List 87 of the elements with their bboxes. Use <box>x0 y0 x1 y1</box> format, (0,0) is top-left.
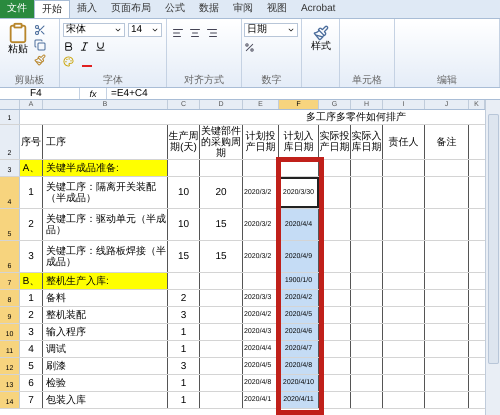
table-cell: 关键工序：隔离开关装配（半成品） <box>43 177 168 208</box>
table-cell: 6 <box>20 375 43 391</box>
table-cell: 1 <box>20 290 43 306</box>
table-cell: 1 <box>20 177 43 208</box>
caret-icon[interactable] <box>114 26 122 34</box>
group-label: 数字 <box>260 75 282 87</box>
style-icon <box>313 25 329 41</box>
table-cell: 实际投产日期 <box>319 125 351 159</box>
table-cell: 20 <box>200 177 243 208</box>
ribbon-tab[interactable]: 插入 <box>70 0 104 18</box>
table-cell: 7 <box>20 392 43 408</box>
clipboard-icon <box>7 22 29 44</box>
caret-icon[interactable] <box>151 26 159 34</box>
table-cell: 关键半成品准备: <box>43 160 168 176</box>
ribbon-tab[interactable]: 数据 <box>192 0 226 18</box>
table-cell: 2 <box>20 307 43 323</box>
table-cell: 5 <box>20 358 43 374</box>
table-cell: 10 <box>168 177 200 208</box>
formula-field[interactable]: =E4+C4 <box>106 88 500 99</box>
table-cell: 计划入库日期 <box>279 125 319 159</box>
table-cell: 3 <box>20 241 43 272</box>
group-label: 单元格 <box>351 75 383 87</box>
ribbon-tab[interactable]: 文件 <box>0 0 34 18</box>
table-cell: 整机生产入库: <box>43 273 168 289</box>
group-label: 编辑 <box>436 75 458 87</box>
table-cell: 调试 <box>43 341 168 357</box>
table-cell: 整机装配 <box>43 307 168 323</box>
styles-button[interactable]: 样式 <box>311 25 331 75</box>
align-left-icon[interactable] <box>172 27 184 39</box>
table-cell: 15 <box>200 209 243 240</box>
table-cell: 关键工序：线路板焊接（半成品） <box>43 241 168 272</box>
fill-color-icon[interactable] <box>63 56 74 67</box>
ribbon-tab[interactable]: 公式 <box>158 0 192 18</box>
table-cell: 3 <box>20 324 43 340</box>
copy-icon[interactable] <box>34 39 46 51</box>
table-cell: 15 <box>200 241 243 272</box>
number-format-field[interactable]: 日期 <box>244 23 298 37</box>
table-cell: 2 <box>168 290 200 306</box>
table-cell: 3 <box>168 307 200 323</box>
table-cell: 10 <box>168 209 200 240</box>
caret-icon[interactable] <box>287 26 295 34</box>
table-cell: 关键部件的采购周期 <box>200 125 243 159</box>
group-label: 对齐方式 <box>183 75 225 87</box>
align-right-icon[interactable] <box>206 27 218 39</box>
cut-icon[interactable] <box>34 24 46 36</box>
table-cell: 计划投产日期 <box>243 125 279 159</box>
paste-button[interactable]: 粘贴 <box>4 22 32 75</box>
font-size-field[interactable]: 14 <box>128 23 162 37</box>
table-cell: 工序 <box>43 125 168 159</box>
italic-icon[interactable] <box>79 41 90 52</box>
ribbon-tab[interactable]: 审阅 <box>226 0 260 18</box>
table-cell: 备料 <box>43 290 168 306</box>
brush-icon[interactable] <box>34 54 46 66</box>
table-cell: 1 <box>168 392 200 408</box>
table-cell: 2 <box>20 209 43 240</box>
table-cell: 1 <box>168 341 200 357</box>
ribbon-tab[interactable]: 开始 <box>34 0 70 18</box>
table-cell: 备注 <box>425 125 469 159</box>
underline-icon[interactable] <box>95 41 106 52</box>
table-cell: 1 <box>168 375 200 391</box>
table-cell: 序号 <box>20 125 43 159</box>
font-name-field[interactable]: 宋体 <box>63 23 125 37</box>
table-cell: 1 <box>168 324 200 340</box>
table-cell: 包装入库 <box>43 392 168 408</box>
table-cell: 3 <box>168 358 200 374</box>
ribbon-tab[interactable]: 视图 <box>260 0 294 18</box>
table-cell: A、 <box>20 160 43 176</box>
scrollbar[interactable] <box>485 100 500 415</box>
align-center-icon[interactable] <box>189 27 201 39</box>
table-cell: 4 <box>20 341 43 357</box>
table-cell: 输入程序 <box>43 324 168 340</box>
table-cell: 检验 <box>43 375 168 391</box>
ribbon-tab[interactable]: Acrobat <box>294 0 342 18</box>
table-cell: 实际入库日期 <box>351 125 383 159</box>
sheet-title: 多工序多零件如何排产 <box>306 110 406 124</box>
table-cell: 15 <box>168 241 200 272</box>
group-label: 字体 <box>102 75 124 87</box>
table-cell: 关键工序：驱动单元（半成品） <box>43 209 168 240</box>
ribbon-tab[interactable]: 页面布局 <box>104 0 158 18</box>
percent-icon[interactable] <box>244 42 255 53</box>
group-label: 剪贴板 <box>14 75 46 87</box>
table-cell: 生产周期(天) <box>168 125 200 159</box>
function-icon[interactable]: fx <box>80 88 106 100</box>
table-cell: B、 <box>20 273 43 289</box>
table-cell: 责任人 <box>383 125 425 159</box>
table-cell: 刷漆 <box>43 358 168 374</box>
bold-icon[interactable] <box>63 41 74 52</box>
